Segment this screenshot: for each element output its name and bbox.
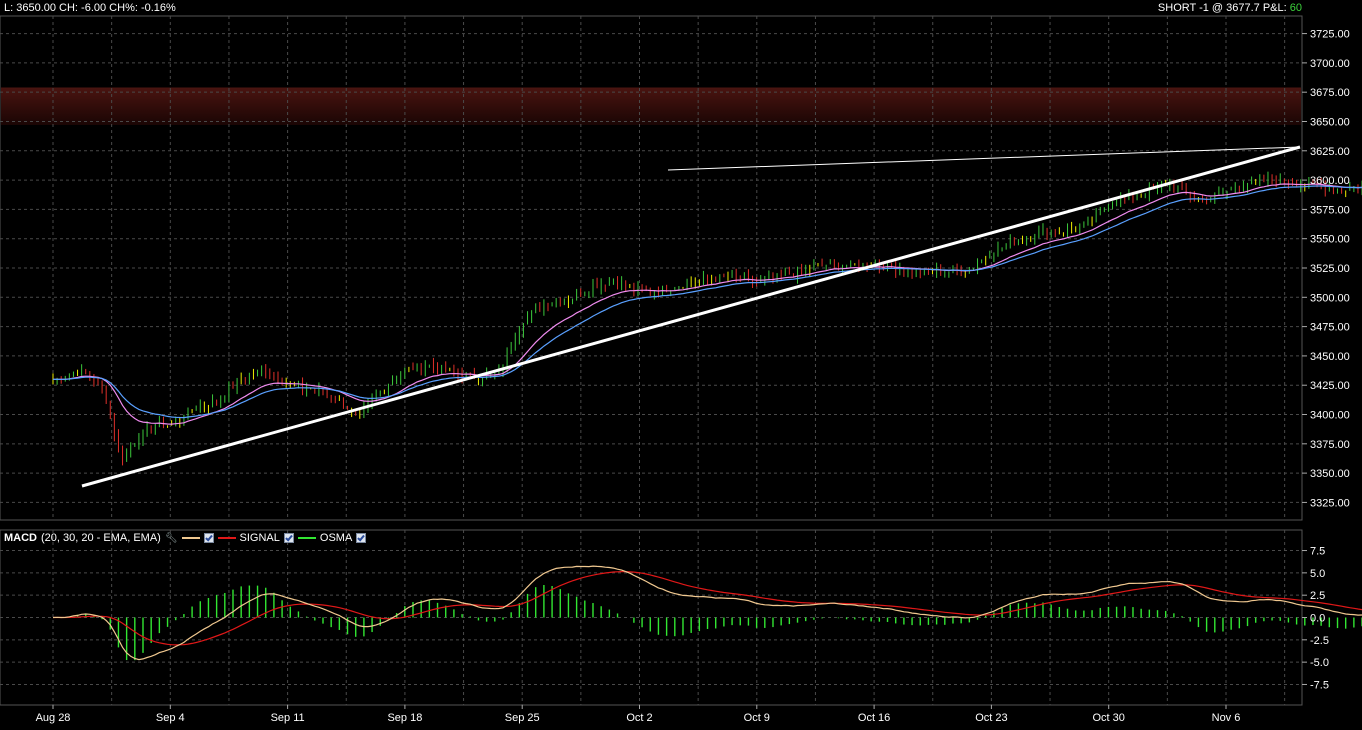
price-tick-label: 3525.00: [1310, 263, 1350, 275]
price-pane[interactable]: [0, 15, 1362, 521]
position-text: SHORT -1 @ 3677.7 P&L:: [1157, 2, 1290, 14]
date-tick-label: Sep 18: [387, 712, 422, 724]
macd-pane[interactable]: [0, 529, 1362, 706]
macd-tick-label: -5.0: [1310, 657, 1329, 669]
osma-swatch: [297, 537, 316, 539]
price-tick-label: 3600.00: [1310, 175, 1350, 187]
osma-visible-checkbox[interactable]: [356, 533, 367, 543]
date-tick-label: Nov 6: [1212, 712, 1241, 724]
macd-tick-label: 7.5: [1310, 546, 1325, 558]
date-tick-label: Aug 28: [36, 712, 71, 724]
date-tick-label: Oct 9: [744, 712, 770, 724]
price-tick-label: 3400.00: [1310, 410, 1350, 422]
price-tick-label: 3350.00: [1310, 468, 1350, 480]
price-tick-label: 3425.00: [1310, 380, 1350, 392]
macd-tick-label: 0.0: [1310, 613, 1325, 625]
macd-tick-label: -7.5: [1310, 679, 1329, 691]
date-tick-label: Sep 4: [156, 712, 185, 724]
osma-label: OSMA: [319, 532, 353, 544]
date-tick-label: Oct 2: [626, 712, 652, 724]
position-summary: SHORT -1 @ 3677.7 P&L: 60: [1158, 2, 1302, 14]
price-tick-label: 3450.00: [1310, 351, 1350, 363]
macd-line-swatch: [181, 537, 200, 539]
macd-legend: MACD (20, 30, 20 - EMA, EMA) 🔧︎ SIGNAL O…: [4, 531, 367, 545]
pl-value: 60: [1289, 2, 1302, 14]
price-tick-label: 3650.00: [1310, 116, 1350, 128]
price-tick-label: 3625.00: [1310, 146, 1350, 158]
instrument-quote: L: 3650.00 CH: -6.00 CH%: -0.16%: [4, 2, 176, 14]
date-tick-label: Sep 25: [505, 712, 540, 724]
macd-params[interactable]: (20, 30, 20 - EMA, EMA): [41, 532, 161, 544]
price-tick-label: 3550.00: [1310, 234, 1350, 246]
price-tick-label: 3725.00: [1310, 29, 1350, 41]
resistance-zone: [1, 87, 1301, 126]
macd-visible-checkbox[interactable]: [203, 533, 214, 543]
signal-line-swatch: [217, 537, 236, 539]
date-tick-label: Oct 30: [1092, 712, 1124, 724]
price-tick-label: 3700.00: [1310, 58, 1350, 70]
macd-tick-label: -2.5: [1310, 635, 1329, 647]
macd-tick-label: 2.5: [1310, 590, 1325, 602]
date-tick-label: Sep 11: [271, 712, 305, 724]
signal-visible-checkbox[interactable]: [283, 533, 294, 543]
macd-tick-label: 5.0: [1310, 568, 1325, 580]
price-tick-label: 3675.00: [1310, 87, 1350, 99]
wrench-icon[interactable]: 🔧︎: [165, 533, 178, 544]
trading-chart[interactable]: 3725.00 3700.00 3675.00 3650.00 3625.00 3600.…: [0, 0, 1362, 730]
price-tick-label: 3375.00: [1310, 439, 1350, 451]
price-tick-label: 3575.00: [1310, 204, 1350, 216]
price-tick-label: 3500.00: [1310, 292, 1350, 304]
price-tick-label: 3325.00: [1310, 497, 1350, 509]
date-tick-label: Oct 16: [858, 712, 890, 724]
signal-label: SIGNAL: [239, 532, 280, 544]
macd-indicator-name: MACD: [4, 532, 37, 544]
date-tick-label: Oct 23: [975, 712, 1007, 724]
price-tick-label: 3475.00: [1310, 322, 1350, 334]
